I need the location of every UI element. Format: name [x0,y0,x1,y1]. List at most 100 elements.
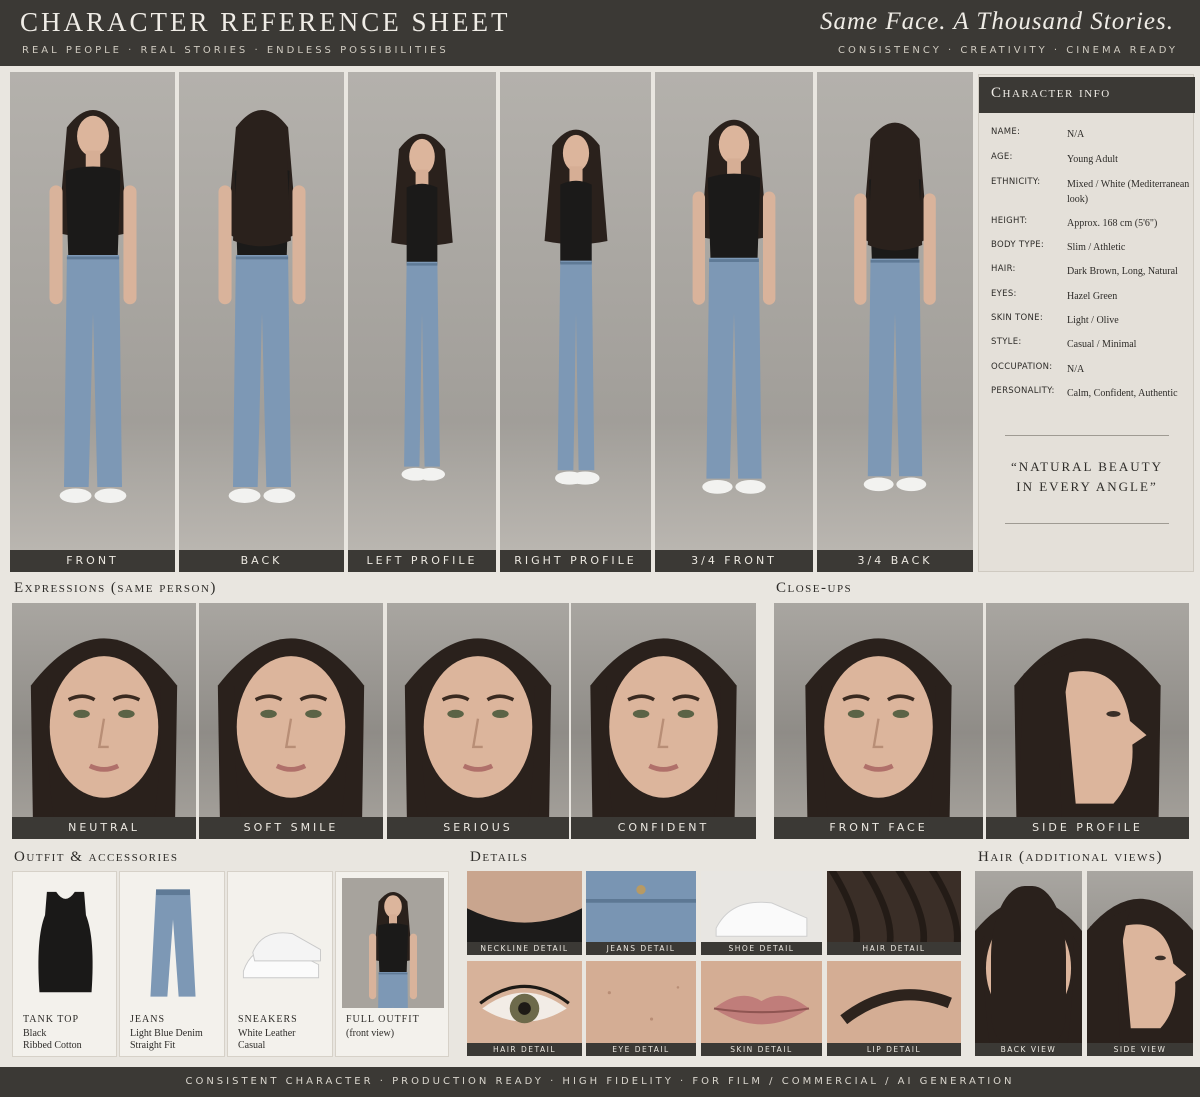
eye-detail-illustration [467,961,582,1056]
turnaround-view-2: LEFT PROFILE [348,72,496,572]
info-value: Casual / Minimal [1067,339,1137,350]
expression-1: SOFT SMILE [199,603,383,839]
detail-bottom-2: SKIN DETAIL [701,961,822,1056]
turnaround-view-1: BACK [179,72,344,572]
hair-back-illustration [991,885,1066,1044]
portrait-illustration [805,638,952,839]
figure-illustration [692,119,776,494]
turnaround-caption: 3/4 BACK [817,550,973,572]
outfit-desc-2: Straight Fit [130,1040,176,1051]
details-title: Details [470,849,529,865]
outfit-desc-2: Ribbed Cotton [23,1040,82,1051]
closeup-caption: FRONT FACE [774,817,983,839]
outfit-card: JEANS Light Blue Denim Straight Fit [119,871,225,1057]
info-row: EYES: Hazel Green [991,289,1191,313]
detail-top-2: SHOE DETAIL [701,871,822,955]
detail-caption: SKIN DETAIL [701,1043,822,1056]
outfit-image [19,878,112,1008]
portrait-illustration [1014,638,1161,839]
closeup-1: SIDE PROFILE [986,603,1189,839]
lip-detail-illustration [701,961,822,1056]
info-row: STYLE: Casual / Minimal [991,337,1191,361]
outfit-name: SNEAKERS [238,1014,298,1025]
turnaround-caption: RIGHT PROFILE [500,550,651,572]
outfit-card: FULL OUTFIT (front view) [335,871,449,1057]
sneakers-icon [242,932,321,979]
hair-view-0: BACK VIEW [975,871,1082,1056]
info-value: Young Adult [1067,154,1118,165]
info-key: HAIR: [991,264,1016,274]
info-row: NAME: N/A [991,127,1191,151]
outfit-title: Outfit & accessories [14,849,179,865]
turnaround-caption: BACK [179,550,344,572]
header: CHARACTER REFERENCE SHEET REAL PEOPLE · … [0,0,1200,66]
info-value: Approx. 168 cm (5'6") [1067,218,1158,229]
divider [1005,523,1169,524]
tank-top-icon [38,891,93,993]
divider [1005,435,1169,436]
closeup-0: FRONT FACE [774,603,983,839]
detail-bottom-3: LIP DETAIL [827,961,961,1056]
figure-illustration [218,110,305,503]
outfit-desc-1: White Leather [238,1028,296,1039]
info-key: ETHNICITY: [991,177,1041,187]
turnaround-view-5: 3/4 BACK [817,72,973,572]
figure-illustration [391,133,453,481]
detail-caption: EYE DETAIL [586,1043,696,1056]
turnaround-view-0: FRONT [10,72,175,572]
info-value: Slim / Athletic [1067,242,1126,253]
figure-illustration [369,892,417,1008]
turnaround-caption: LEFT PROFILE [348,550,496,572]
detail-caption: NECKLINE DETAIL [467,942,582,955]
quote-line-1: “NATURAL BEAUTY [1011,459,1163,474]
expression-2: SERIOUS [387,603,569,839]
outfit-card: SNEAKERS White Leather Casual [227,871,333,1057]
brow-detail-illustration [827,961,961,1056]
info-row: OCCUPATION: N/A [991,362,1191,386]
character-info-title: Character info [979,77,1195,113]
info-row: AGE: Young Adult [991,152,1191,176]
character-info-panel: Character info NAME: N/A AGE: Young Adult ET… [978,74,1195,572]
info-key: STYLE: [991,337,1022,347]
turnaround-caption: FRONT [10,550,175,572]
info-row: SKIN TONE: Light / Olive [991,313,1191,337]
hair-view-1: SIDE VIEW [1087,871,1193,1056]
page-title: CHARACTER REFERENCE SHEET [20,7,511,37]
info-key: NAME: [991,127,1021,137]
expression-3: CONFIDENT [571,603,756,839]
hair-views-title: Hair (additional views) [978,849,1164,865]
info-row: HEIGHT: Approx. 168 cm (5'6") [991,216,1191,240]
skin-detail-illustration [586,961,696,1056]
info-value: N/A [1067,129,1085,140]
info-value: Hazel Green [1067,291,1118,302]
outfit-desc-1: Light Blue Denim [130,1028,203,1039]
outfit-name: FULL OUTFIT [346,1014,420,1025]
info-key: HEIGHT: [991,216,1028,226]
info-row: BODY TYPE: Slim / Athletic [991,240,1191,264]
outfit-name: TANK TOP [23,1014,80,1025]
expression-caption: CONFIDENT [571,817,756,839]
detail-top-0: NECKLINE DETAIL [467,871,582,955]
info-key: PERSONALITY: [991,386,1055,396]
info-value: Calm, Confident, Authentic [1067,388,1178,399]
jeans-icon [150,889,196,997]
portrait-illustration [404,638,552,839]
detail-caption: HAIR DETAIL [827,942,961,955]
portrait-illustration [217,638,365,839]
outfit-desc-2: Casual [238,1040,266,1051]
info-key: OCCUPATION: [991,362,1053,372]
figure-illustration [544,129,607,485]
closeup-caption: SIDE PROFILE [986,817,1189,839]
outfit-desc-1: (front view) [346,1028,395,1039]
portrait-illustration [590,638,737,839]
expression-caption: SOFT SMILE [199,817,383,839]
expression-caption: SERIOUS [387,817,569,839]
figure-illustration [854,122,936,492]
info-key: EYES: [991,289,1017,299]
tagline: Same Face. A Thousand Stories. [819,8,1174,35]
portrait-illustration [30,638,178,839]
turnaround-view-3: RIGHT PROFILE [500,72,651,572]
detail-caption: LIP DETAIL [827,1043,961,1056]
info-key: BODY TYPE: [991,240,1045,250]
detail-caption: HAIR DETAIL [467,1043,582,1056]
